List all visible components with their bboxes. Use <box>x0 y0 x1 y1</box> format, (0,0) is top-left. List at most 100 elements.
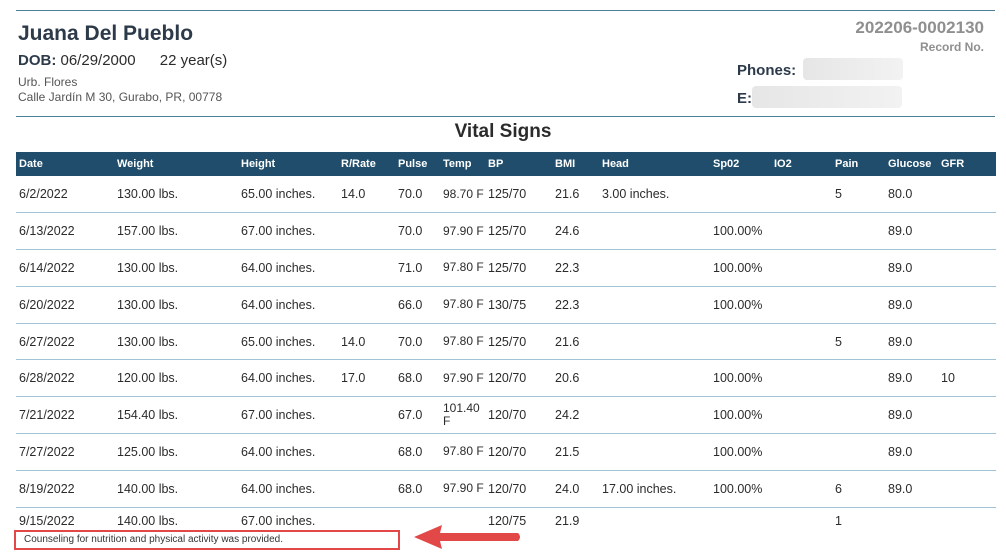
cell-bmi: 21.6 <box>552 323 599 361</box>
cell-rrate <box>338 470 395 508</box>
cell-spo2: 100.00% <box>710 396 771 435</box>
column-header: GFR <box>938 152 996 176</box>
cell-rrate <box>338 249 395 287</box>
phones-label: Phones: <box>737 62 797 79</box>
cell-glucose: 89.0 <box>885 286 938 324</box>
cell-height: 64.00 inches. <box>238 286 338 324</box>
column-header: Pulse <box>395 152 440 176</box>
cell-glucose: 89.0 <box>885 212 938 251</box>
cell-head <box>599 323 710 361</box>
cell-height: 65.00 inches. <box>238 176 338 214</box>
cell-io2 <box>771 286 832 324</box>
table-row: 6/13/2022 157.00 lbs. 67.00 inches. 70.0 97.… <box>16 212 996 251</box>
cell-height: 65.00 inches. <box>238 323 338 361</box>
cell-bp: 130/75 <box>485 286 552 324</box>
cell-io2 <box>771 507 832 535</box>
dob-value: 06/29/2000 <box>60 52 136 69</box>
address-line-1: Urb. Flores <box>18 75 78 89</box>
top-divider <box>16 10 995 11</box>
cell-glucose: 89.0 <box>885 470 938 508</box>
cell-head <box>599 396 710 435</box>
age-value: 22 year(s) <box>159 52 228 69</box>
cell-rrate <box>338 286 395 324</box>
cell-gfr <box>938 507 996 535</box>
cell-head <box>599 359 710 398</box>
cell-glucose: 89.0 <box>885 433 938 471</box>
cell-pulse: 67.0 <box>395 396 440 435</box>
cell-temp: 97.90 F <box>440 359 485 398</box>
cell-pain <box>832 359 885 398</box>
cell-glucose: 89.0 <box>885 249 938 287</box>
column-header: BMI <box>552 152 599 176</box>
cell-rrate <box>338 396 395 435</box>
vital-signs-table: Date Weight Height R/Rate Pulse Temp BP … <box>16 152 996 535</box>
cell-bmi: 22.3 <box>552 286 599 324</box>
cell-pain: 6 <box>832 470 885 508</box>
cell-rrate: 14.0 <box>338 176 395 214</box>
redacted-email <box>752 86 902 108</box>
cell-head <box>599 212 710 251</box>
dob-label: DOB: <box>18 52 57 69</box>
table-header-row: Date Weight Height R/Rate Pulse Temp BP … <box>16 152 996 176</box>
email-label: E: <box>737 90 752 107</box>
cell-date: 6/28/2022 <box>16 359 114 398</box>
red-arrow-icon <box>414 525 520 549</box>
cell-bp: 125/70 <box>485 176 552 214</box>
cell-height: 67.00 inches. <box>238 212 338 251</box>
section-divider <box>16 116 995 117</box>
cell-io2 <box>771 359 832 398</box>
cell-pulse: 68.0 <box>395 433 440 471</box>
cell-rrate: 17.0 <box>338 359 395 398</box>
cell-date: 6/20/2022 <box>16 286 114 324</box>
cell-weight: 140.00 lbs. <box>114 470 238 508</box>
cell-height: 64.00 inches. <box>238 359 338 398</box>
cell-spo2: 100.00% <box>710 359 771 398</box>
cell-io2 <box>771 176 832 214</box>
cell-bmi: 24.6 <box>552 212 599 251</box>
cell-io2 <box>771 470 832 508</box>
cell-gfr: 10 <box>938 359 996 398</box>
cell-io2 <box>771 433 832 471</box>
cell-pain <box>832 396 885 435</box>
column-header: Weight <box>114 152 238 176</box>
cell-glucose: 89.0 <box>885 396 938 435</box>
cell-date: 7/21/2022 <box>16 396 114 435</box>
cell-head <box>599 507 710 535</box>
cell-glucose: 80.0 <box>885 176 938 214</box>
cell-bp: 120/70 <box>485 359 552 398</box>
cell-bmi: 20.6 <box>552 359 599 398</box>
cell-pulse: 68.0 <box>395 470 440 508</box>
cell-head <box>599 286 710 324</box>
cell-pulse: 71.0 <box>395 249 440 287</box>
cell-spo2 <box>710 176 771 214</box>
patient-name: Juana Del Pueblo <box>18 22 194 45</box>
cell-io2 <box>771 212 832 251</box>
column-header: BP <box>485 152 552 176</box>
cell-rrate <box>338 433 395 471</box>
cell-pulse: 66.0 <box>395 286 440 324</box>
cell-temp: 98.70 F <box>440 176 485 214</box>
cell-weight: 130.00 lbs. <box>114 249 238 287</box>
cell-spo2 <box>710 323 771 361</box>
cell-io2 <box>771 249 832 287</box>
cell-spo2: 100.00% <box>710 470 771 508</box>
cell-bmi: 21.9 <box>555 514 580 529</box>
cell-bp: 120/70 <box>485 433 552 471</box>
cell-height: 64.00 inches. <box>238 433 338 471</box>
redacted-phone <box>803 58 903 80</box>
table-row: 8/19/2022 140.00 lbs. 64.00 inches. 68.0 97.… <box>16 470 996 508</box>
cell-height: 64.00 inches. <box>238 249 338 287</box>
cell-temp: 97.90 F <box>440 470 485 508</box>
cell-temp: 97.80 F <box>440 433 485 471</box>
cell-spo2: 100.00% <box>710 212 771 251</box>
cell-bmi: 21.6 <box>552 176 599 214</box>
table-row: 6/2/2022 130.00 lbs. 65.00 inches. 14.0 70.0… <box>16 176 996 214</box>
cell-head <box>599 433 710 471</box>
cell-pain <box>832 433 885 471</box>
column-header: Glucose <box>885 152 938 176</box>
column-header: Head <box>599 152 710 176</box>
cell-head: 3.00 inches. <box>599 176 710 214</box>
cell-gfr <box>938 433 996 471</box>
cell-date: 7/27/2022 <box>16 433 114 471</box>
cell-bmi: 24.2 <box>552 396 599 435</box>
